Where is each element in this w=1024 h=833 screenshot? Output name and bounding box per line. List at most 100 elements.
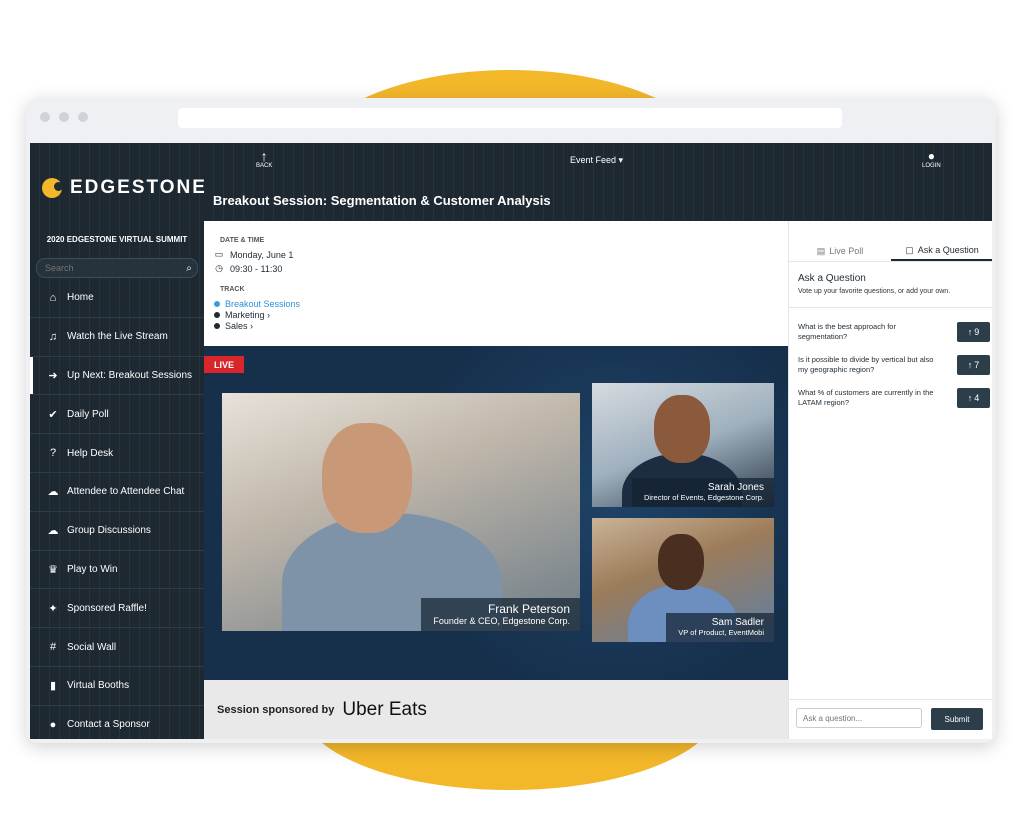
sidebar-item-help-desk[interactable]: ? Help Desk xyxy=(30,434,204,473)
sidebar-item-breakout-sessions[interactable]: ➜ Up Next: Breakout Sessions xyxy=(30,356,204,396)
discussion-icon: ☁ xyxy=(47,525,59,538)
speaker-name: Frank Peterson xyxy=(487,602,570,616)
arrow-right-icon: ➜ xyxy=(48,369,58,382)
home-icon: ⌂ xyxy=(49,291,57,304)
logo-text: EDGESTONE xyxy=(70,177,207,198)
url-bar[interactable] xyxy=(178,108,842,128)
arrow-up-icon: ↑ xyxy=(967,393,973,403)
speaker-video-main[interactable]: Frank Peterson Founder & CEO, Edgestone … xyxy=(222,393,580,631)
sidebar-item-sponsored-raffle[interactable]: ✦ Sponsored Raffle! xyxy=(30,589,204,629)
speaker-caption: Sarah Jones Director of Events, Edgeston… xyxy=(631,478,774,507)
sidebar-item-label: Attendee to Attendee Chat xyxy=(67,486,185,498)
sponsor-logo: Uber Eats xyxy=(342,698,427,720)
speaker-caption: Frank Peterson Founder & CEO, Edgestone … xyxy=(421,598,580,631)
speaker-role: Director of Events, Edgestone Corp. xyxy=(643,493,764,502)
sidebar-item-play-to-win[interactable]: ♛ Play to Win xyxy=(30,551,204,590)
track-bullet-icon xyxy=(214,312,220,318)
back-label: BACK xyxy=(256,163,273,169)
question-input[interactable] xyxy=(796,708,922,728)
tab-label: Ask a Question xyxy=(917,245,979,255)
track-bullet-icon xyxy=(214,323,220,329)
sidebar-item-virtual-booths[interactable]: ▮ Virtual Booths xyxy=(30,667,204,706)
hashtag-icon: # xyxy=(49,641,57,654)
window-dot[interactable] xyxy=(59,112,69,122)
window-controls xyxy=(40,112,88,122)
track-label: TRACK xyxy=(220,286,245,293)
search-box: ⌕ xyxy=(36,258,198,278)
upvote-button[interactable]: ↑ 7 xyxy=(957,355,990,375)
sidebar-item-label: Group Discussions xyxy=(67,525,151,537)
headphones-icon: ♫ xyxy=(48,330,58,343)
sidebar-item-attendee-chat[interactable]: ☁ Attendee to Attendee Chat xyxy=(30,473,204,512)
sidebar-item-label: Virtual Booths xyxy=(67,680,130,692)
sidebar-item-label: Home xyxy=(67,292,94,304)
ask-form: Submit xyxy=(789,699,992,739)
page-title: Breakout Session: Segmentation & Custome… xyxy=(213,193,551,208)
vote-count: 9 xyxy=(974,327,980,337)
sidebar-item-label: Help Desk xyxy=(67,447,114,459)
sidebar-item-group-discussions[interactable]: ☁ Group Discussions xyxy=(30,512,204,551)
question-item: What % of customers are currently in the… xyxy=(798,388,990,408)
track-item[interactable]: Marketing › xyxy=(214,310,270,320)
login-button[interactable]: ● LOGIN xyxy=(922,149,941,169)
chat-icon: ☁ xyxy=(47,486,59,499)
back-button[interactable]: ↑ BACK xyxy=(256,149,272,169)
upvote-button[interactable]: ↑ 4 xyxy=(957,388,990,408)
upvote-button[interactable]: ↑ 9 xyxy=(957,322,990,342)
session-time: 09:30 - 11:30 xyxy=(230,263,283,274)
vote-count: 4 xyxy=(974,393,980,403)
sidebar-item-contact-sponsor[interactable]: ● Contact a Sponsor xyxy=(30,706,204,739)
speaker-video[interactable]: Sarah Jones Director of Events, Edgeston… xyxy=(592,383,774,507)
question-text: Is it possible to divide by vertical but… xyxy=(798,355,934,374)
sidebar-item-live-stream[interactable]: ♫ Watch the Live Stream xyxy=(30,318,204,357)
sidebar-item-label: Up Next: Breakout Sessions xyxy=(67,369,193,381)
sidebar: EDGESTONE 2020 EDGESTONE VIRTUAL SUMMIT … xyxy=(30,143,207,739)
arrow-up-icon: ↑ xyxy=(967,327,973,337)
sidebar-item-daily-poll[interactable]: ✔ Daily Poll xyxy=(30,395,204,435)
track-item[interactable]: Breakout Sessions xyxy=(214,299,300,309)
tab-label: Live Poll xyxy=(829,246,864,256)
question-item: Is it possible to divide by vertical but… xyxy=(798,355,990,375)
user-icon: ● xyxy=(927,149,935,163)
bookmark-icon: ▮ xyxy=(49,680,57,693)
speaker-name: Sam Sadler xyxy=(711,617,764,628)
video-stage[interactable]: LIVE Frank Peterson Founder & CEO, Edges… xyxy=(204,346,788,680)
speaker-video[interactable]: Sam Sadler VP of Product, EventMobi xyxy=(592,518,774,642)
event-feed-dropdown[interactable]: Event Feed ▾ xyxy=(570,155,623,166)
session-info: DATE & TIME ▭ Monday, June 1 ◷ 09:30 - 1… xyxy=(204,221,788,346)
question-text: What is the best approach for segmentati… xyxy=(798,322,896,341)
clock-icon: ◷ xyxy=(215,263,223,273)
logo[interactable]: EDGESTONE xyxy=(42,177,207,199)
sponsor-banner[interactable]: Session sponsored by Uber Eats xyxy=(204,680,801,739)
qa-panel: ▤ Live Poll ▢ Ask a Question Ask a Questio… xyxy=(788,221,992,739)
sponsor-text: Session sponsored by xyxy=(217,703,335,716)
sidebar-item-social-wall[interactable]: # Social Wall xyxy=(30,628,204,667)
track-bullet-icon xyxy=(214,301,220,307)
search-icon[interactable]: ⌕ xyxy=(181,263,197,274)
speaker-role: Founder & CEO, Edgestone Corp. xyxy=(433,616,570,626)
sidebar-item-label: Contact a Sponsor xyxy=(67,719,150,731)
search-input[interactable] xyxy=(37,262,181,274)
speaker-head xyxy=(322,423,412,533)
track-item[interactable]: Sales › xyxy=(214,321,253,331)
check-circle-icon: ✔ xyxy=(48,408,58,421)
tab-live-poll[interactable]: ▤ Live Poll xyxy=(789,241,891,261)
question-text: What % of customers are currently in the… xyxy=(798,388,934,407)
arrow-up-icon: ↑ xyxy=(967,360,973,370)
track-link: Marketing › xyxy=(225,310,271,320)
top-header: ↑ BACK Event Feed ▾ ● LOGIN Breakout Ses… xyxy=(204,143,992,221)
date-row: ▭ Monday, June 1 xyxy=(214,249,294,260)
tab-ask-question[interactable]: ▢ Ask a Question xyxy=(891,241,992,261)
sidebar-item-label: Watch the Live Stream xyxy=(67,331,168,343)
window-dot[interactable] xyxy=(40,112,50,122)
window-dot[interactable] xyxy=(78,112,88,122)
calendar-icon: ▭ xyxy=(214,249,224,259)
vote-count: 7 xyxy=(974,360,980,370)
ask-subtitle: Vote up your favorite questions, or add … xyxy=(798,288,951,295)
live-badge: LIVE xyxy=(204,356,244,373)
sidebar-item-home[interactable]: ⌂ Home xyxy=(30,279,204,318)
sidebar-item-label: Social Wall xyxy=(67,641,117,653)
submit-button[interactable]: Submit xyxy=(931,708,983,730)
divider xyxy=(789,307,992,308)
app-frame: EDGESTONE 2020 EDGESTONE VIRTUAL SUMMIT … xyxy=(30,143,992,739)
